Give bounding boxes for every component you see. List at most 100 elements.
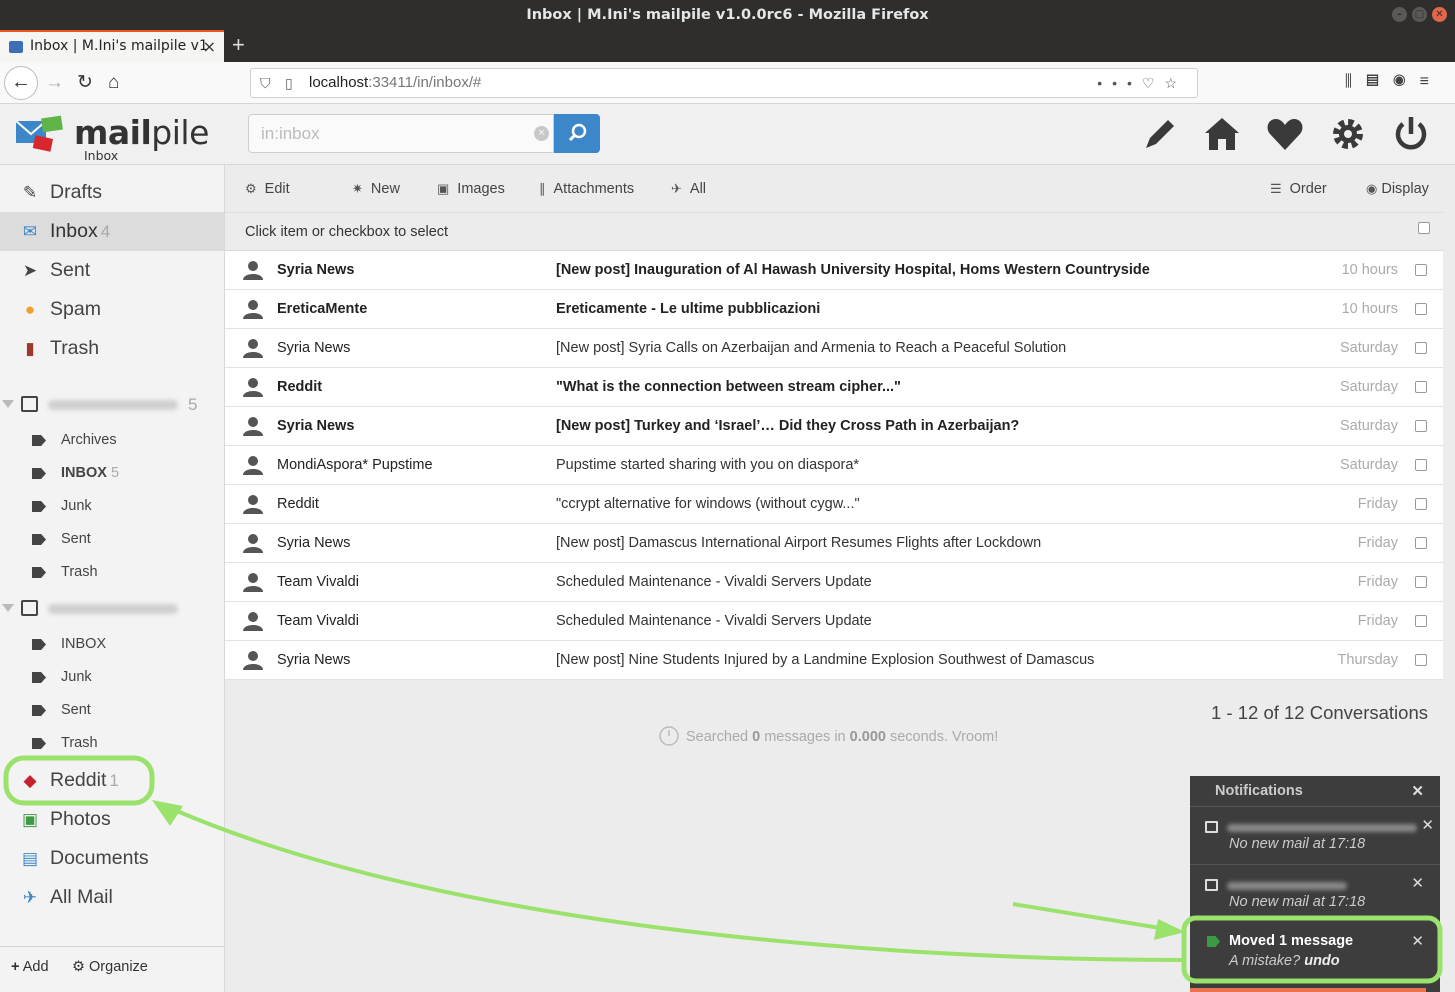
gear-icon[interactable]: [1328, 114, 1368, 154]
edit-button[interactable]: ⚙ Edit: [245, 165, 290, 213]
conversation-count: 1 - 12 of 12 Conversations: [1211, 702, 1428, 723]
dismiss-icon[interactable]: ✕: [1421, 816, 1434, 834]
message-row[interactable]: Syria News [New post] Nine Students Injur…: [225, 641, 1443, 680]
message-row[interactable]: Team Vivaldi Scheduled Maintenance - Viva…: [225, 563, 1443, 602]
reload-icon[interactable]: ↻: [77, 72, 93, 94]
all-mail-icon: ✈: [22, 888, 38, 907]
message-row[interactable]: EreticaMente Ereticamente - Le ultime pub…: [225, 290, 1443, 329]
close-window-icon[interactable]: ✕: [1432, 7, 1447, 22]
row-checkbox[interactable]: [1415, 303, 1427, 315]
message-row[interactable]: Team Vivaldi Scheduled Maintenance - Viva…: [225, 602, 1443, 641]
folder-sent[interactable]: Sent: [0, 523, 224, 556]
select-all-checkbox[interactable]: [1418, 222, 1430, 234]
sidebar-item-all-mail[interactable]: ✈ All Mail: [0, 878, 224, 917]
tab-strip: Inbox | M.Ini's mailpile v1 × +: [0, 30, 1455, 62]
tag-icon: [32, 639, 46, 650]
notification-item: ✕ No new mail at 17:18: [1190, 808, 1440, 865]
date: 10 hours: [1341, 262, 1398, 278]
logo-subtitle: Inbox: [84, 148, 119, 163]
row-checkbox[interactable]: [1415, 654, 1427, 666]
account-1-header[interactable]: 5: [0, 388, 224, 421]
collapse-icon[interactable]: [2, 400, 14, 408]
url-bar[interactable]: ⛉ ▯ localhost:33411/in/inbox/# •••♡☆: [250, 68, 1198, 98]
attachments-filter-button[interactable]: ∥ Attachments: [539, 165, 634, 213]
folder-junk[interactable]: Junk: [0, 490, 224, 523]
url-actions[interactable]: •••♡☆: [1097, 69, 1187, 97]
minimize-icon[interactable]: –: [1392, 7, 1407, 22]
clear-search-icon[interactable]: ×: [534, 126, 549, 141]
person-icon: [243, 495, 263, 514]
row-checkbox[interactable]: [1415, 381, 1427, 393]
row-checkbox[interactable]: [1415, 459, 1427, 471]
message-row[interactable]: Reddit "ccrypt alternative for windows (w…: [225, 485, 1443, 524]
collapse-icon[interactable]: [2, 604, 14, 612]
pencil-icon: ✎: [22, 183, 38, 202]
undo-link[interactable]: undo: [1304, 953, 1339, 969]
folder-junk-2[interactable]: Junk: [0, 661, 224, 694]
account-2-header[interactable]: [0, 592, 224, 625]
add-button[interactable]: + Add: [11, 947, 49, 987]
dismiss-icon[interactable]: ✕: [1411, 932, 1424, 950]
tag-icon: [32, 672, 46, 683]
display-button[interactable]: ◉ Display: [1366, 165, 1429, 213]
close-tab-icon[interactable]: ×: [203, 32, 216, 61]
folder-sent-2[interactable]: Sent: [0, 694, 224, 727]
row-checkbox[interactable]: [1415, 498, 1427, 510]
sidebar-item-documents[interactable]: ▤ Documents: [0, 839, 224, 878]
sidebar-item-inbox[interactable]: ✉ Inbox 4: [0, 212, 224, 251]
new-tab-icon[interactable]: +: [232, 33, 245, 57]
search-button[interactable]: [554, 114, 600, 153]
message-row[interactable]: Syria News [New post] Turkey and ‘Israel’…: [225, 407, 1443, 446]
row-checkbox[interactable]: [1415, 537, 1427, 549]
row-checkbox[interactable]: [1415, 420, 1427, 432]
sidebar-item-drafts[interactable]: ✎ Drafts: [0, 173, 224, 212]
all-mail-small-icon: ✈: [671, 181, 682, 196]
row-checkbox[interactable]: [1415, 615, 1427, 627]
eye-icon: ◉: [1366, 181, 1378, 196]
cog-icon: ⚙: [72, 959, 85, 975]
sidebar-item-sent[interactable]: ➤ Sent: [0, 251, 224, 290]
subject: [New post] Syria Calls on Azerbaijan and…: [556, 340, 1067, 356]
folder-archives[interactable]: Archives: [0, 424, 224, 457]
message-row[interactable]: Reddit "What is the connection between st…: [225, 368, 1443, 407]
browser-tab[interactable]: Inbox | M.Ini's mailpile v1 ×: [0, 30, 224, 62]
folder-inbox[interactable]: INBOX 5: [0, 457, 224, 490]
search-input[interactable]: in:inbox ×: [248, 114, 554, 153]
compose-pen-icon[interactable]: [1140, 114, 1180, 154]
row-checkbox[interactable]: [1415, 342, 1427, 354]
sidebar-item-photos[interactable]: ▣ Photos: [0, 800, 224, 839]
sidebar-item-reddit[interactable]: ◆ Reddit 1: [0, 761, 224, 800]
green-tag-icon: [1207, 936, 1220, 947]
mailpile-logo-icon[interactable]: [14, 115, 64, 155]
message-row[interactable]: MondiAspora* Pupstime Pupstime started sh…: [225, 446, 1443, 485]
row-checkbox[interactable]: [1415, 264, 1427, 276]
forward-icon[interactable]: →: [45, 72, 64, 94]
new-filter-button[interactable]: ✷ New: [352, 165, 400, 213]
home-icon[interactable]: [1202, 114, 1242, 154]
folder-trash-2[interactable]: Trash: [0, 727, 224, 760]
shield-icon[interactable]: ⛉: [260, 69, 271, 97]
heart-icon[interactable]: [1265, 114, 1305, 154]
all-filter-button[interactable]: ✈ All: [671, 165, 706, 213]
close-notifications-icon[interactable]: ✕: [1411, 776, 1424, 807]
power-icon[interactable]: [1391, 114, 1431, 154]
images-filter-button[interactable]: ▣ Images: [437, 165, 505, 213]
date: Saturday: [1339, 340, 1398, 356]
message-row[interactable]: Syria News [New post] Inauguration of Al …: [225, 251, 1443, 290]
maximize-icon[interactable]: □: [1412, 7, 1427, 22]
sidebar-item-trash[interactable]: ▮ Trash: [0, 329, 224, 368]
message-row[interactable]: Syria News [New post] Syria Calls on Azer…: [225, 329, 1443, 368]
sender: Syria News: [277, 418, 355, 434]
organize-button[interactable]: ⚙ Organize: [72, 947, 148, 987]
folder-inbox-2[interactable]: INBOX: [0, 628, 224, 661]
browser-toolbar-icons[interactable]: ⫼▤◉≡: [1345, 73, 1443, 91]
back-icon[interactable]: ←: [4, 66, 38, 100]
row-checkbox[interactable]: [1415, 576, 1427, 588]
message-row[interactable]: Syria News [New post] Damascus Internatio…: [225, 524, 1443, 563]
sidebar-item-spam[interactable]: ● Spam: [0, 290, 224, 329]
folder-trash[interactable]: Trash: [0, 556, 224, 589]
date: Saturday: [1339, 379, 1398, 395]
home-nav-icon[interactable]: ⌂: [108, 72, 119, 94]
dismiss-icon[interactable]: ✕: [1411, 874, 1424, 892]
order-button[interactable]: ☰ Order: [1270, 165, 1327, 213]
